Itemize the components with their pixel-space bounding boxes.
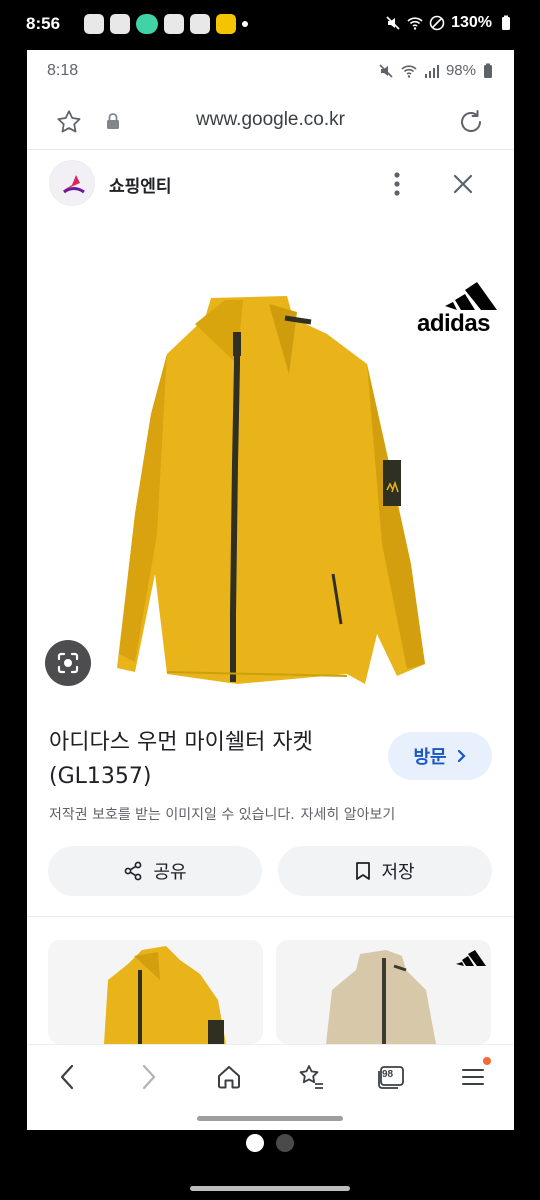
related-result-card[interactable] bbox=[48, 940, 263, 1044]
browser-url-bar: www.google.co.kr bbox=[27, 94, 514, 150]
visit-button[interactable]: 방문 bbox=[388, 732, 492, 780]
visit-label: 방문 bbox=[413, 747, 447, 768]
more-notifications-dot-icon bbox=[242, 21, 248, 27]
message-notification-icon bbox=[110, 14, 130, 34]
related-image-beige-jacket bbox=[326, 950, 486, 1044]
more-vert-icon[interactable] bbox=[387, 168, 407, 200]
source-logo[interactable] bbox=[49, 160, 95, 206]
chevron-left-icon bbox=[60, 1064, 74, 1090]
inner-status-right: 98% bbox=[378, 62, 494, 79]
learn-more-link[interactable]: 자세히 알아보기 bbox=[301, 807, 396, 823]
source-header: 쇼핑엔티 bbox=[27, 154, 514, 214]
save-label: 저장 bbox=[381, 862, 415, 883]
reload-icon[interactable] bbox=[456, 107, 486, 137]
save-button[interactable]: 저장 bbox=[278, 846, 492, 896]
inner-status-bar: 8:18 98% bbox=[27, 50, 514, 94]
home-icon bbox=[218, 1066, 240, 1089]
check-notification-icon bbox=[164, 14, 184, 34]
wifi-icon bbox=[407, 17, 423, 30]
signal-icon bbox=[424, 64, 439, 78]
app-notification-icon bbox=[84, 14, 104, 34]
home-button[interactable] bbox=[211, 1059, 247, 1095]
source-name[interactable]: 쇼핑엔티 bbox=[109, 172, 172, 197]
bookmarks-button[interactable] bbox=[293, 1059, 329, 1095]
cloud-notification-icon bbox=[136, 14, 158, 34]
chevron-right-icon bbox=[457, 749, 466, 763]
outer-clock: 8:56 bbox=[26, 14, 61, 33]
inner-gesture-bar bbox=[197, 1116, 343, 1121]
adidas-logo-text: adidas bbox=[417, 310, 491, 337]
menu-button[interactable] bbox=[455, 1057, 491, 1095]
back-button[interactable] bbox=[49, 1059, 85, 1095]
adidas-logo-icon bbox=[456, 950, 486, 966]
copyright-notice: 저작권 보호를 받는 이미지일 수 있습니다. 자세히 알아보기 bbox=[49, 804, 395, 824]
tabs-button[interactable]: 98 bbox=[373, 1059, 409, 1095]
mute-icon bbox=[379, 63, 393, 78]
notification-icons bbox=[84, 14, 248, 34]
inner-clock: 8:18 bbox=[47, 62, 79, 79]
related-result-card[interactable] bbox=[276, 940, 491, 1044]
product-title-line2: (GL1357) bbox=[49, 764, 152, 789]
notification-badge bbox=[483, 1057, 491, 1065]
forward-button[interactable] bbox=[131, 1059, 167, 1095]
page-dot-active[interactable] bbox=[246, 1134, 264, 1152]
chevron-right-icon bbox=[142, 1064, 156, 1090]
chat-notification-icon bbox=[190, 14, 210, 34]
do-not-disturb-icon bbox=[429, 15, 445, 31]
outer-status-right: 130% bbox=[385, 14, 514, 32]
google-lens-button[interactable] bbox=[45, 640, 91, 686]
mute-icon bbox=[386, 16, 400, 30]
bookmark-icon bbox=[356, 862, 371, 880]
phone-screenshot: 8:18 98% www.google.co.kr 쇼핑엔티 adidas 아디… bbox=[27, 50, 514, 1130]
star-list-icon bbox=[299, 1065, 323, 1089]
product-image[interactable]: adidas bbox=[27, 214, 514, 750]
page-dot[interactable] bbox=[276, 1134, 294, 1152]
battery-percent: 130% bbox=[451, 14, 492, 31]
product-title: 아디다스 우먼 마이쉘터 자켓 (GL1357) bbox=[49, 726, 379, 794]
product-title-line1: 아디다스 우먼 마이쉘터 자켓 bbox=[49, 730, 313, 755]
wifi-icon bbox=[401, 64, 417, 78]
battery-icon bbox=[502, 15, 510, 30]
share-label: 공유 bbox=[153, 862, 187, 883]
url-text[interactable]: www.google.co.kr bbox=[27, 109, 514, 131]
close-icon[interactable] bbox=[451, 172, 475, 196]
copyright-text: 저작권 보호를 받는 이미지일 수 있습니다. bbox=[49, 807, 295, 823]
related-image-yellow-jacket bbox=[104, 946, 226, 1044]
page-indicator bbox=[0, 1134, 540, 1154]
inner-battery-percent: 98% bbox=[445, 62, 476, 79]
lens-icon bbox=[57, 652, 79, 674]
shopping-logo-icon bbox=[62, 175, 85, 194]
tabs-count: 98 bbox=[382, 1069, 394, 1080]
adidas-logo-icon bbox=[445, 282, 497, 310]
battery-icon bbox=[484, 63, 492, 78]
share-icon bbox=[125, 861, 142, 881]
hamburger-menu-icon bbox=[462, 1069, 484, 1085]
jacket-illustration bbox=[117, 282, 497, 684]
share-button[interactable]: 공유 bbox=[48, 846, 262, 896]
browser-bottom-nav: 98 bbox=[27, 1044, 514, 1108]
app-yellow-notification-icon bbox=[216, 14, 236, 34]
gesture-bar[interactable] bbox=[190, 1186, 350, 1191]
outer-status-bar: 8:56 130% bbox=[0, 0, 540, 50]
section-divider bbox=[27, 916, 514, 917]
